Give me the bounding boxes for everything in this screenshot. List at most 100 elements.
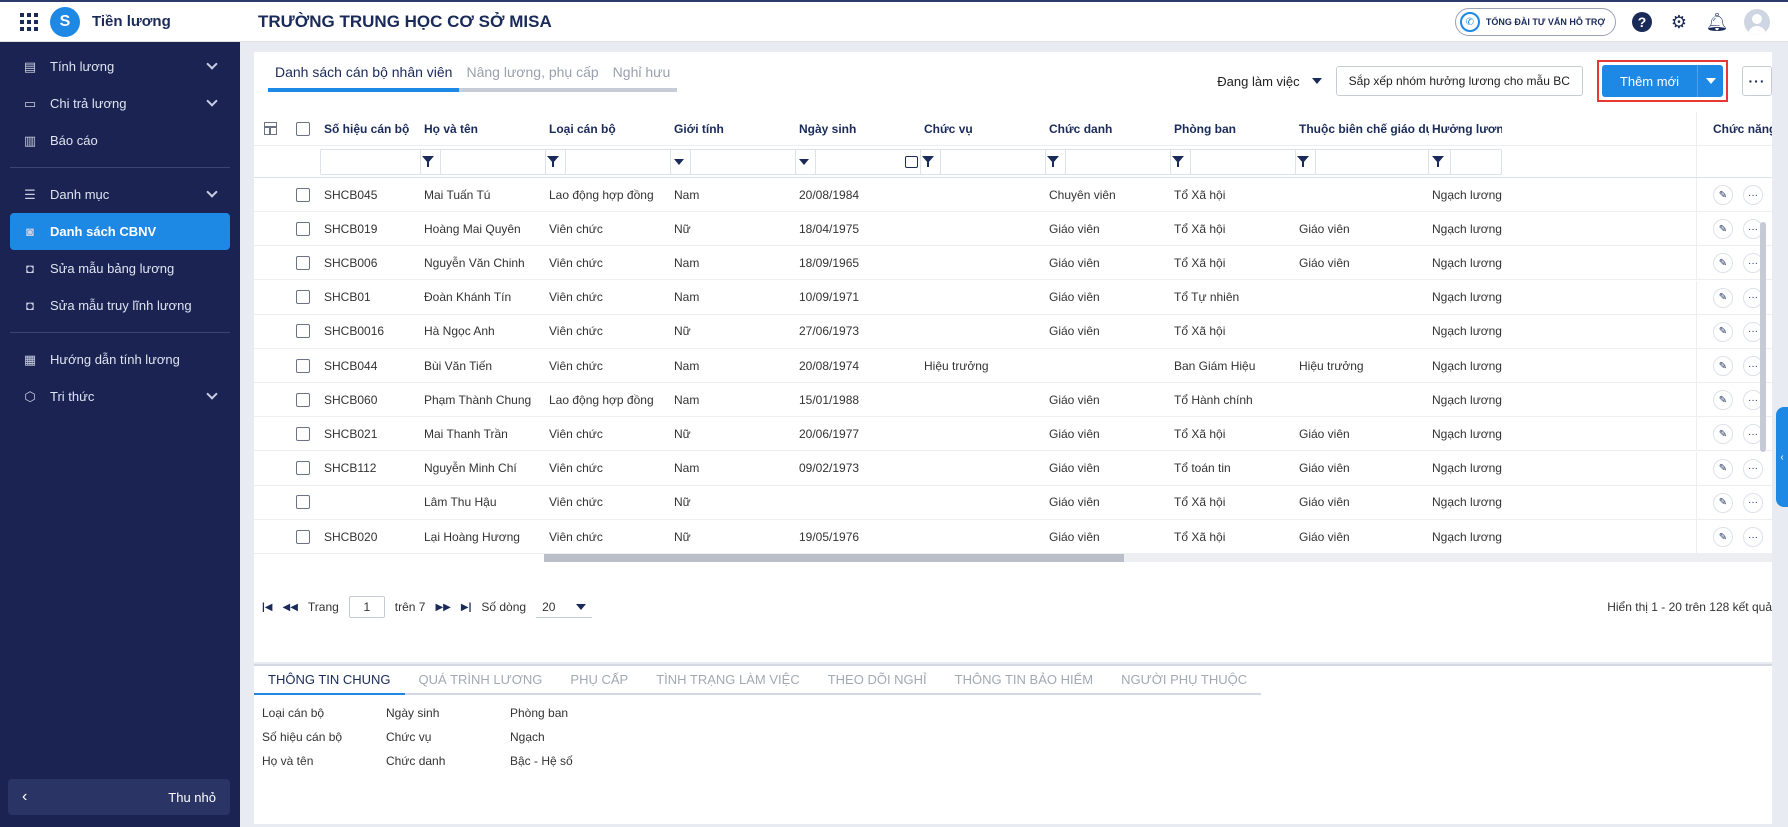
vertical-scrollbar[interactable] <box>1760 222 1766 452</box>
column-header-2[interactable]: Loại cán bộ <box>549 112 669 145</box>
add-new-dropdown-button[interactable] <box>1697 65 1723 97</box>
side-panel-toggle[interactable]: ‹ <box>1776 407 1788 507</box>
column-header-7[interactable]: Phòng ban <box>1174 112 1294 145</box>
table-row[interactable]: SHCB045 Mai Tuấn Tú Lao động hợp đồng Nam 20… <box>254 178 1772 212</box>
table-row[interactable]: SHCB112 Nguyễn Minh Chí Viên chức Nam 09/02/… <box>254 451 1772 486</box>
next-page-icon[interactable]: ▶▶ <box>435 602 450 613</box>
column-header-3[interactable]: Giới tính <box>674 112 794 145</box>
row-checkbox-cell[interactable] <box>296 383 310 416</box>
row-checkbox-cell[interactable] <box>296 349 310 382</box>
row-checkbox[interactable] <box>296 358 310 373</box>
row-checkbox-cell[interactable] <box>296 178 310 211</box>
row-checkbox[interactable] <box>296 187 310 202</box>
select-all-checkbox[interactable] <box>296 121 310 136</box>
column-settings-button[interactable] <box>264 112 277 145</box>
bell-icon[interactable]: 🔔︎ <box>1706 11 1729 33</box>
row-checkbox-cell[interactable] <box>296 486 310 519</box>
sidebar-item-2[interactable]: ▥ Báo cáo <box>0 122 240 159</box>
app-grid-icon[interactable] <box>20 12 38 31</box>
add-new-button[interactable]: Thêm mới <box>1601 65 1723 97</box>
prev-page-icon[interactable]: ◀◀ <box>283 602 298 613</box>
collapse-sidebar-button[interactable]: ‹ Thu nhỏ <box>8 779 230 815</box>
detail-tab-5[interactable]: THÔNG TIN BẢO HIỂM <box>941 666 1107 693</box>
row-checkbox[interactable] <box>296 461 310 476</box>
detail-tab-6[interactable]: NGƯỜI PHỤ THUỘC <box>1107 666 1261 693</box>
more-icon[interactable]: ··· <box>1743 185 1763 205</box>
row-checkbox-cell[interactable] <box>296 212 310 245</box>
edit-icon[interactable]: ✎ <box>1713 253 1733 274</box>
row-checkbox-cell[interactable] <box>296 246 310 279</box>
row-checkbox[interactable] <box>296 324 310 339</box>
more-icon[interactable]: ··· <box>1743 492 1763 513</box>
row-checkbox[interactable] <box>296 290 310 305</box>
tab-1[interactable]: Nâng lương, phụ cấp <box>459 64 605 88</box>
table-row[interactable]: SHCB019 Hoàng Mai Quyên Viên chức Nữ 18/04/1… <box>254 212 1772 247</box>
row-checkbox[interactable] <box>296 255 310 270</box>
edit-icon[interactable]: ✎ <box>1713 527 1733 547</box>
horizontal-scrollbar-thumb[interactable] <box>544 554 1124 562</box>
tab-0[interactable]: Danh sách cán bộ nhân viên <box>268 64 460 92</box>
calendar-icon[interactable] <box>905 156 918 168</box>
column-header-5[interactable]: Chức vụ <box>924 112 1044 145</box>
edit-icon[interactable]: ✎ <box>1713 356 1733 376</box>
edit-icon[interactable]: ✎ <box>1713 287 1733 308</box>
sort-salary-group-button[interactable]: Sắp xếp nhóm hưởng lương cho mẫu BC <box>1335 66 1583 96</box>
table-row[interactable]: SHCB060 Phạm Thành Chung Lao động hợp đồng… <box>254 383 1772 418</box>
avatar[interactable] <box>1744 9 1770 35</box>
edit-icon[interactable]: ✎ <box>1713 458 1733 479</box>
detail-tab-1[interactable]: QUÁ TRÌNH LƯƠNG <box>405 666 557 693</box>
row-checkbox-cell[interactable] <box>296 452 310 485</box>
page-size-select[interactable]: 20 <box>536 596 593 618</box>
edit-icon[interactable]: ✎ <box>1713 390 1733 411</box>
sidebar-item-5[interactable]: ◘ Sửa mẫu bảng lương <box>0 250 240 287</box>
help-icon[interactable]: ? <box>1632 12 1652 32</box>
table-row[interactable]: SHCB020 Lại Hoàng Hương Viên chức Nữ 19/05/1… <box>254 520 1772 554</box>
sidebar-item-7[interactable]: ▦ Hướng dẫn tính lương <box>0 341 240 378</box>
column-header-9[interactable]: Hưởng lương t <box>1432 112 1502 145</box>
column-header-6[interactable]: Chức danh <box>1049 112 1169 145</box>
table-row[interactable]: SHCB01 Đoàn Khánh Tín Viên chức Nam 10/09/19… <box>254 280 1772 315</box>
detail-tab-2[interactable]: PHỤ CẤP <box>556 666 642 693</box>
last-page-icon[interactable]: ▶| <box>461 602 472 613</box>
more-icon[interactable]: ··· <box>1743 458 1763 479</box>
column-header-8[interactable]: Thuộc biên chế giáo dục <box>1299 112 1429 145</box>
edit-icon[interactable]: ✎ <box>1713 492 1733 513</box>
column-header-1[interactable]: Họ và tên <box>424 112 544 145</box>
edit-icon[interactable]: ✎ <box>1713 321 1733 342</box>
sidebar-item-1[interactable]: ▭ Chi trả lương <box>0 85 240 122</box>
sidebar-item-0[interactable]: ▤ Tính lương <box>0 48 240 85</box>
row-checkbox-cell[interactable] <box>296 315 310 348</box>
first-page-icon[interactable]: |◀ <box>262 602 273 613</box>
table-row[interactable]: SHCB006 Nguyễn Văn Chinh Viên chức Nam 18/09… <box>254 246 1772 281</box>
row-checkbox-cell[interactable] <box>296 417 310 450</box>
hotline-button[interactable]: ✆ TỔNG ĐÀI TƯ VẤN HỖ TRỢ <box>1454 8 1616 36</box>
status-filter-select[interactable]: Đang làm việc <box>1217 74 1322 89</box>
horizontal-scrollbar[interactable] <box>544 554 1772 562</box>
column-header-0[interactable]: Số hiệu cán bộ <box>324 112 419 145</box>
row-checkbox[interactable] <box>296 221 310 236</box>
sidebar-item-3[interactable]: ☰ Danh mục <box>0 176 240 213</box>
page-input[interactable]: 1 <box>348 596 385 618</box>
filter-input-9[interactable] <box>1428 149 1502 175</box>
detail-tab-4[interactable]: THEO DÕI NGHỈ <box>814 666 941 693</box>
gear-icon[interactable]: ⚙ <box>1668 11 1690 33</box>
edit-icon[interactable]: ✎ <box>1713 424 1733 445</box>
edit-icon[interactable]: ✎ <box>1713 219 1733 240</box>
row-checkbox[interactable] <box>296 529 310 544</box>
edit-icon[interactable]: ✎ <box>1713 185 1733 205</box>
row-checkbox[interactable] <box>296 426 310 441</box>
table-row[interactable]: SHCB021 Mai Thanh Trần Viên chức Nữ 20/06/19… <box>254 417 1772 452</box>
row-checkbox-cell[interactable] <box>296 281 310 314</box>
row-checkbox[interactable] <box>296 392 310 407</box>
table-row[interactable]: Lâm Thu Hậu Viên chức Nữ Giáo viên Tổ Xã hội… <box>254 485 1772 520</box>
sidebar-item-6[interactable]: ◘ Sửa mẫu truy lĩnh lương <box>0 287 240 324</box>
sidebar-item-8[interactable]: ⬡ Tri thức <box>0 378 240 415</box>
column-header-4[interactable]: Ngày sinh <box>799 112 919 145</box>
more-options-button[interactable]: ··· <box>1742 66 1772 96</box>
table-row[interactable]: SHCB044 Bùi Văn Tiến Viên chức Nam 20/08/197… <box>254 349 1772 383</box>
more-icon[interactable]: ··· <box>1743 527 1763 547</box>
detail-tab-3[interactable]: TÌNH TRẠNG LÀM VIỆC <box>642 666 814 693</box>
table-row[interactable]: SHCB0016 Hà Ngọc Anh Viên chức Nữ 27/06/1973… <box>254 314 1772 349</box>
row-checkbox[interactable] <box>296 495 310 510</box>
tab-2[interactable]: Nghỉ hưu <box>606 64 678 88</box>
